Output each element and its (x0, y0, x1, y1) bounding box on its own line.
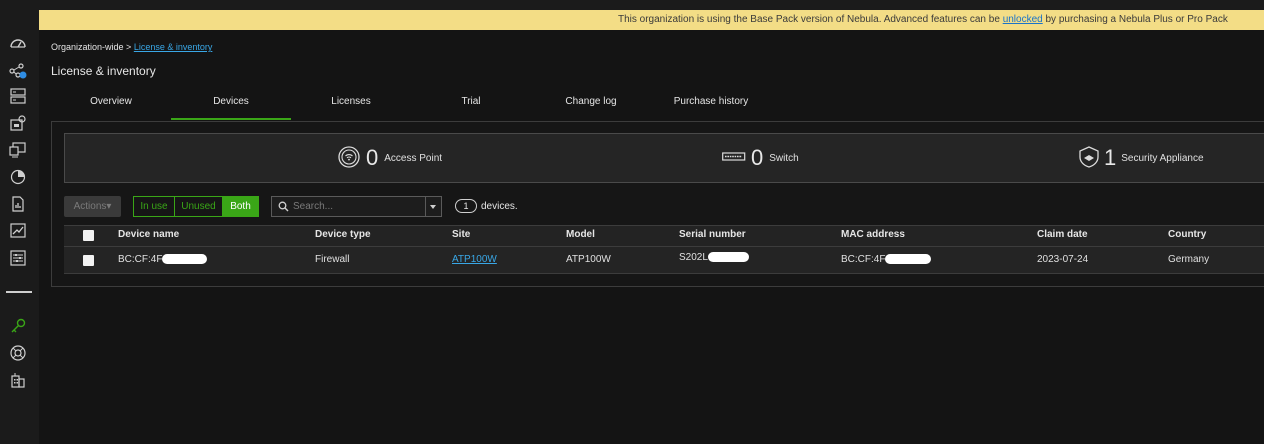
tab-purchase-history[interactable]: Purchase history (651, 92, 771, 120)
breadcrumb-root: Organization-wide > (51, 42, 132, 52)
sidebar (0, 0, 39, 444)
pie-chart-icon[interactable] (9, 169, 27, 185)
upgrade-banner: This organization is using the Base Pack… (39, 10, 1264, 30)
unlocked-link[interactable]: unlocked (1003, 14, 1043, 25)
access-point-icon (338, 145, 360, 171)
access-point-label: Access Point (384, 152, 443, 164)
trend-icon[interactable] (9, 223, 27, 239)
column-claim-date[interactable]: Claim date (1037, 229, 1088, 240)
column-site[interactable]: Site (452, 229, 470, 240)
breadcrumb: Organization-wide > License & inventory (51, 42, 212, 52)
site-link[interactable]: ATP100W (452, 254, 497, 265)
search-dropdown-button[interactable] (425, 197, 441, 216)
cell-mac-address: BC:CF:4F (841, 254, 932, 265)
cell-device-type: Firewall (315, 254, 350, 265)
column-serial-number[interactable]: Serial number (679, 229, 746, 240)
tab-overview[interactable]: Overview (51, 92, 171, 120)
topology-icon[interactable] (9, 63, 27, 79)
access-point-count: 0 (366, 145, 379, 170)
cell-site: ATP100W (452, 254, 497, 265)
building-icon[interactable] (9, 372, 27, 388)
security-appliance-count: 1 (1104, 145, 1117, 170)
summary-security-appliance: 1 Security Appliance (1078, 145, 1204, 171)
search-icon (278, 201, 289, 215)
redacted-mask (885, 254, 932, 265)
key-icon[interactable] (9, 318, 27, 334)
page-title: License & inventory (51, 64, 156, 78)
settings-sliders-icon[interactable] (9, 250, 27, 266)
top-strip (0, 0, 1264, 10)
tab-licenses[interactable]: Licenses (291, 92, 411, 120)
security-appliance-label: Security Appliance (1121, 152, 1204, 164)
cell-serial-number: S202L (679, 252, 749, 263)
cell-device-name: BC:CF:4F (118, 254, 208, 265)
filter-both[interactable]: Both (222, 196, 259, 217)
dashboard-icon[interactable] (9, 35, 27, 51)
switch-count: 0 (751, 145, 764, 170)
tab-trial[interactable]: Trial (411, 92, 531, 120)
filter-unused[interactable]: Unused (174, 196, 223, 217)
security-appliance-icon (1078, 145, 1100, 171)
tab-devices[interactable]: Devices (171, 92, 291, 120)
banner-text: This organization is using the Base Pack… (618, 14, 1003, 25)
row-checkbox[interactable] (83, 255, 94, 266)
redacted-mask (707, 252, 749, 263)
column-model[interactable]: Model (566, 229, 595, 240)
switch-icon (722, 151, 746, 165)
actions-button[interactable]: Actions▾ (64, 196, 121, 217)
cell-model: ATP100W (566, 254, 611, 265)
search-box[interactable]: Search... (271, 196, 442, 217)
summary-switch: 0 Switch (722, 145, 799, 170)
banner-text-end: by purchasing a Nebula Plus or Pro Pack (1042, 14, 1228, 25)
switch-label: Switch (769, 152, 799, 164)
search-input[interactable]: Search... (293, 197, 333, 216)
column-device-type[interactable]: Device type (315, 229, 371, 240)
column-device-name[interactable]: Device name (118, 229, 179, 240)
sidebar-divider (6, 291, 32, 293)
redacted-mask (162, 254, 208, 265)
server-icon[interactable] (9, 88, 27, 104)
cell-claim-date: 2023-07-24 (1037, 254, 1089, 265)
column-country[interactable]: Country (1168, 229, 1206, 240)
tab-change-log[interactable]: Change log (531, 92, 651, 120)
device-count-badge: 1 (455, 199, 477, 213)
report-icon[interactable] (9, 196, 27, 212)
summary-access-point: 0 Access Point (338, 145, 443, 171)
cell-country: Germany (1168, 254, 1210, 265)
device-count-label: devices. (481, 201, 518, 212)
filter-in-use[interactable]: In use (133, 196, 175, 217)
device-lock-icon[interactable] (9, 115, 27, 131)
help-center-icon[interactable] (9, 345, 27, 361)
select-all-checkbox[interactable] (83, 230, 94, 241)
monitor-icon[interactable] (9, 142, 27, 158)
column-mac-address[interactable]: MAC address (841, 229, 905, 240)
breadcrumb-link[interactable]: License & inventory (134, 42, 213, 52)
